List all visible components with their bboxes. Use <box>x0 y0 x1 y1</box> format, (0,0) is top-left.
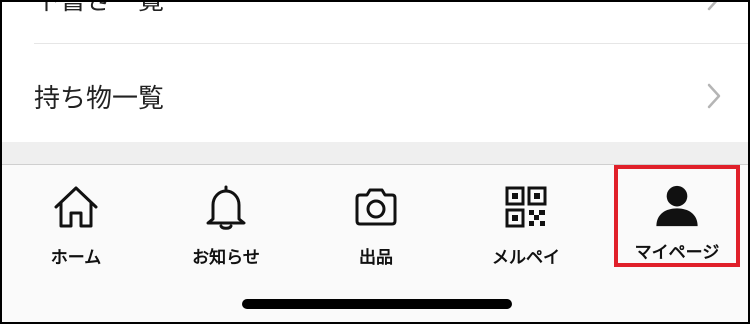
home-indicator <box>242 299 512 309</box>
tab-mypage[interactable]: マイページ <box>614 165 740 267</box>
tab-label: ホーム <box>50 248 102 268</box>
tab-home[interactable]: ホーム <box>2 175 150 271</box>
chevron-right-icon <box>707 83 721 109</box>
tab-label: 出品 <box>359 248 393 268</box>
menu-item-belongings[interactable]: 持ち物一覧 <box>34 50 748 142</box>
bottom-tab-bar: ホーム お知らせ 出品 メルペイ マイページ <box>2 164 748 322</box>
tab-label: お知らせ <box>192 248 260 268</box>
app-frame: 下書き一覧 持ち物一覧 ホーム お知らせ 出品 メルペイ マイページ <box>0 0 750 324</box>
tab-label: マイページ <box>634 243 720 263</box>
tab-label: メルペイ <box>492 248 560 268</box>
bell-icon <box>206 185 246 230</box>
qr-code-icon <box>505 186 547 228</box>
person-icon <box>656 185 698 227</box>
menu-item-drafts[interactable]: 下書き一覧 <box>34 0 748 44</box>
camera-icon <box>355 188 397 226</box>
menu-item-label: 持ち物一覧 <box>34 84 165 114</box>
chevron-right-icon <box>707 2 718 11</box>
menu-list: 下書き一覧 持ち物一覧 <box>2 2 748 142</box>
home-icon <box>54 186 98 228</box>
tab-sell[interactable]: 出品 <box>302 175 450 271</box>
menu-item-label: 下書き一覧 <box>34 0 165 16</box>
tab-notifications[interactable]: お知らせ <box>152 175 300 271</box>
tab-merpay[interactable]: メルペイ <box>452 175 600 271</box>
section-separator <box>2 142 748 164</box>
